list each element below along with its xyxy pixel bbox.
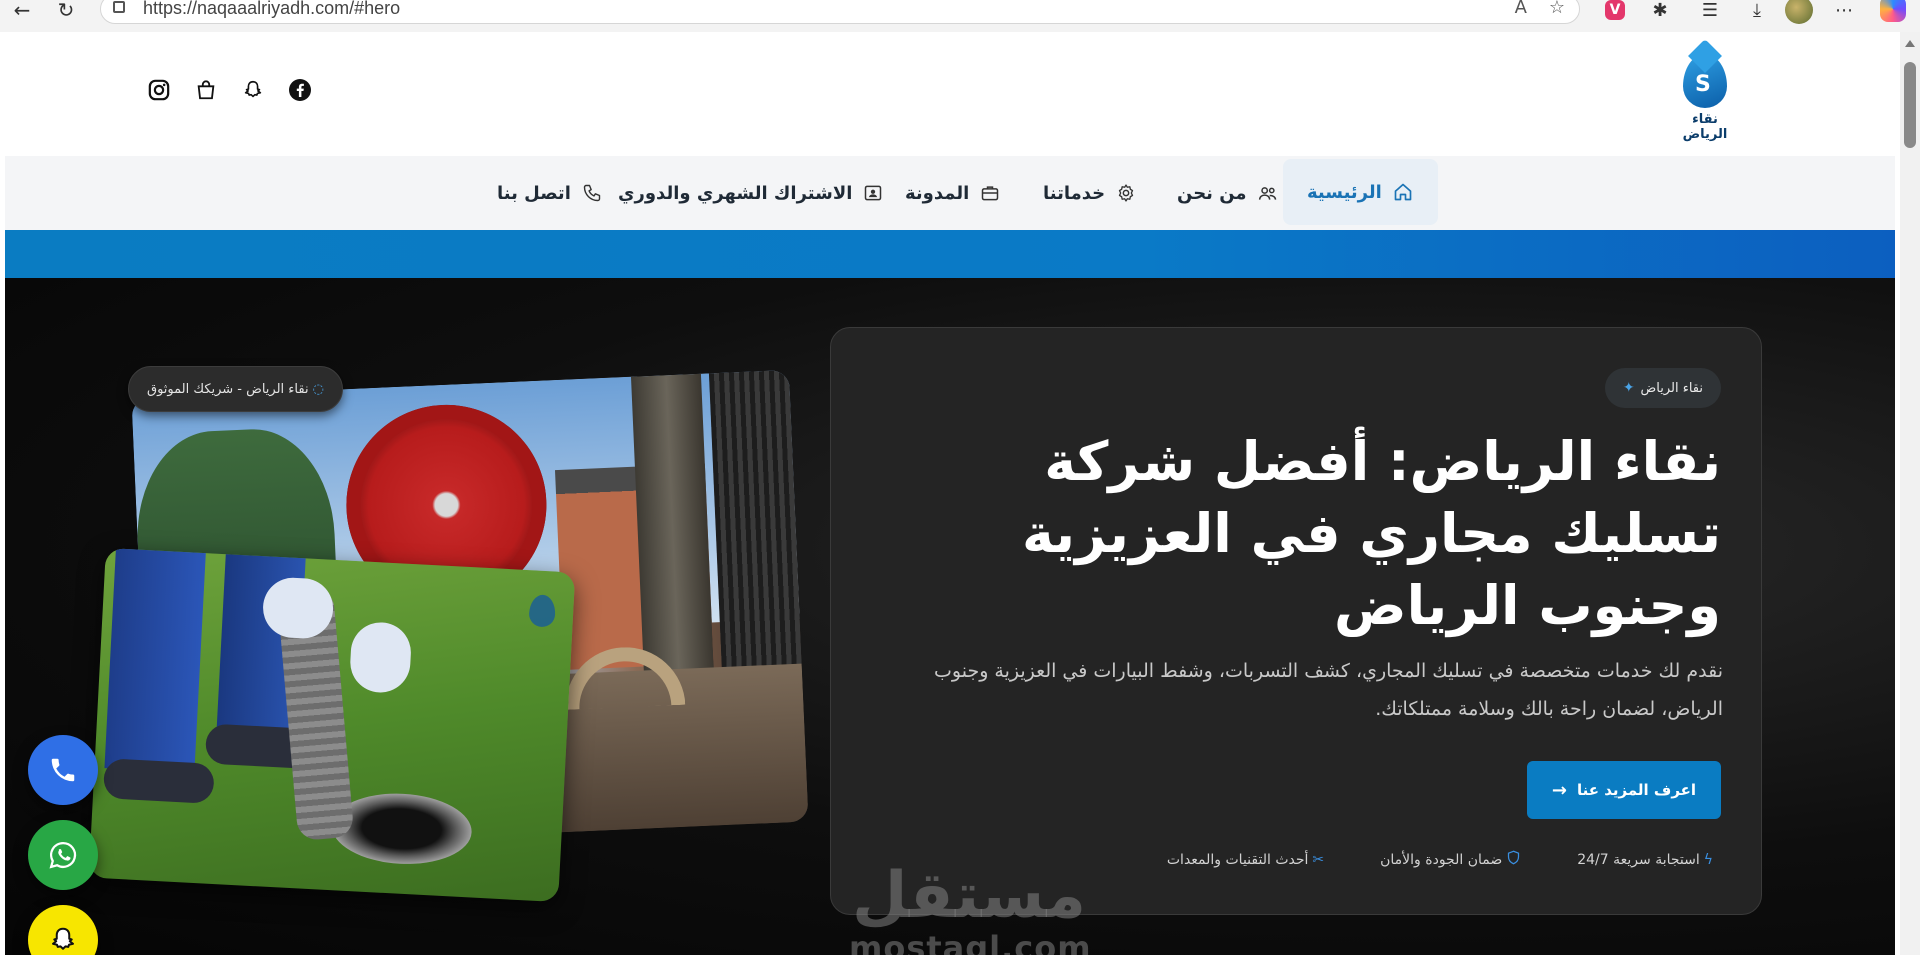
learn-more-button[interactable]: اعرف المزيد عنا →: [1527, 761, 1721, 819]
lock-icon: [113, 1, 125, 13]
nav-item-label: من نحن: [1177, 182, 1247, 204]
scroll-up-icon[interactable]: [1905, 40, 1915, 47]
instagram-icon[interactable]: [147, 78, 171, 102]
copilot-icon[interactable]: [1880, 0, 1906, 22]
refresh-icon[interactable]: ↻: [52, 0, 80, 22]
nav-item-blog[interactable]: المدونة: [905, 156, 1001, 230]
feature-fast-response: ϟ استجابة سريعة 24/7: [1577, 850, 1713, 869]
page-viewport: S نقاء الرياض الرئيسية من نحن خدماتنا ال…: [5, 32, 1895, 955]
hero-features: ϟ استجابة سريعة 24/7 ضمان الجودة والأمان…: [1167, 850, 1713, 869]
hero-section: ✦ نقاء الرياض نقاء الرياض: أفضل شركة تسل…: [5, 278, 1895, 955]
whatsapp-button[interactable]: [28, 820, 98, 890]
hero-image-manhole: [88, 547, 576, 903]
profile-avatar[interactable]: [1785, 0, 1813, 24]
site-header: S نقاء الرياض: [5, 32, 1895, 156]
phone-icon: [51, 758, 75, 782]
nav-item-home[interactable]: الرئيسية: [1283, 159, 1438, 225]
social-links: [147, 78, 312, 102]
learn-more-label: اعرف المزيد عنا: [1577, 781, 1697, 799]
home-icon: [1392, 181, 1414, 203]
water-drop-icon: S: [1683, 54, 1727, 108]
briefcase-icon: [979, 182, 1001, 204]
hero-card: ✦ نقاء الرياض نقاء الرياض: أفضل شركة تسل…: [830, 327, 1762, 915]
chat-bubble-icon: ◌: [312, 381, 324, 397]
feature-quality: ضمان الجودة والأمان: [1380, 850, 1521, 869]
nav-item-contact[interactable]: اتصل بنا: [497, 156, 603, 230]
shopping-bag-icon[interactable]: [194, 78, 218, 102]
feature-tech: ✂ أحدث التقنيات والمعدات: [1167, 850, 1324, 869]
nav-item-subscription[interactable]: الاشتراك الشهري والدوري: [618, 156, 884, 230]
favorite-star-icon[interactable]: ☆: [1549, 0, 1565, 18]
hero-badge-text: نقاء الرياض: [1640, 380, 1703, 396]
feature-label: استجابة سريعة 24/7: [1577, 851, 1700, 868]
extensions-puzzle-icon[interactable]: ✱: [1648, 0, 1672, 22]
trusted-partner-pill: ◌ نقاء الرياض - شريكك الموثوق: [128, 366, 343, 412]
hero-title: نقاء الرياض: أفضل شركة تسليك مجاري في ال…: [961, 426, 1721, 642]
nav-item-label: خدماتنا: [1043, 182, 1106, 204]
hero-title-line: وجنوب الرياض: [1333, 574, 1721, 637]
extension-v-icon[interactable]: V: [1605, 0, 1625, 20]
back-icon[interactable]: ←: [8, 0, 36, 22]
page-scrollbar[interactable]: [1900, 32, 1920, 955]
nav-item-label: اتصل بنا: [497, 182, 571, 204]
users-icon: [1257, 182, 1279, 204]
nav-item-label: الاشتراك الشهري والدوري: [618, 182, 853, 204]
hero-title-line: تسليك مجاري في العزيزية: [1022, 502, 1721, 565]
lightning-icon: ϟ: [1703, 851, 1713, 868]
sparkle-icon: ✦: [1622, 380, 1635, 396]
hero-title-line: نقاء الرياض: أفضل شركة: [1044, 430, 1721, 493]
favorites-icon[interactable]: ☰: [1698, 0, 1722, 22]
facebook-icon[interactable]: [288, 78, 312, 102]
pill-text: نقاء الرياض - شريكك الموثوق: [147, 381, 309, 397]
feature-label: أحدث التقنيات والمعدات: [1166, 851, 1309, 868]
url-text: https://naqaaalriyadh.com/#hero: [143, 0, 401, 18]
watermark-latin: mostaql.com: [849, 929, 1092, 955]
tools-icon: ✂: [1312, 851, 1325, 868]
feature-label: ضمان الجودة والأمان: [1380, 851, 1503, 868]
downloads-icon[interactable]: ⤓: [1745, 0, 1769, 22]
phone-icon: [581, 182, 603, 204]
main-nav: الرئيسية من نحن خدماتنا المدونة الاشتراك…: [5, 156, 1895, 230]
call-button[interactable]: [28, 735, 98, 805]
logo-text: نقاء الرياض: [1682, 112, 1728, 142]
gear-icon: [1115, 182, 1137, 204]
snapchat-icon: [52, 927, 74, 950]
id-card-icon: [862, 182, 884, 204]
arrow-right-icon: →: [1551, 779, 1568, 801]
address-bar[interactable]: https://naqaaalriyadh.com/#hero A ☆: [100, 0, 1580, 24]
hero-badge: ✦ نقاء الرياض: [1604, 368, 1721, 408]
nav-item-label: الرئيسية: [1307, 181, 1382, 203]
hero-description: نقدم لك خدمات متخصصة في تسليك المجاري، ك…: [934, 660, 1723, 720]
snapchat-icon[interactable]: [241, 78, 265, 102]
browser-toolbar: ← ↻ https://naqaaalriyadh.com/#hero A ☆ …: [0, 0, 1920, 32]
image-logo-icon: [528, 594, 557, 628]
more-options-icon[interactable]: ⋯: [1832, 0, 1856, 22]
scrollbar-thumb[interactable]: [1904, 62, 1916, 148]
nav-item-services[interactable]: خدماتنا: [1043, 156, 1137, 230]
whatsapp-icon: [49, 841, 77, 869]
read-aloud-icon[interactable]: A: [1515, 0, 1527, 18]
nav-item-label: المدونة: [905, 182, 970, 204]
site-logo[interactable]: S نقاء الرياض: [1670, 54, 1740, 144]
header-accent-band: [5, 230, 1895, 278]
nav-item-about[interactable]: من نحن: [1177, 156, 1279, 230]
shield-icon: [1506, 850, 1521, 869]
